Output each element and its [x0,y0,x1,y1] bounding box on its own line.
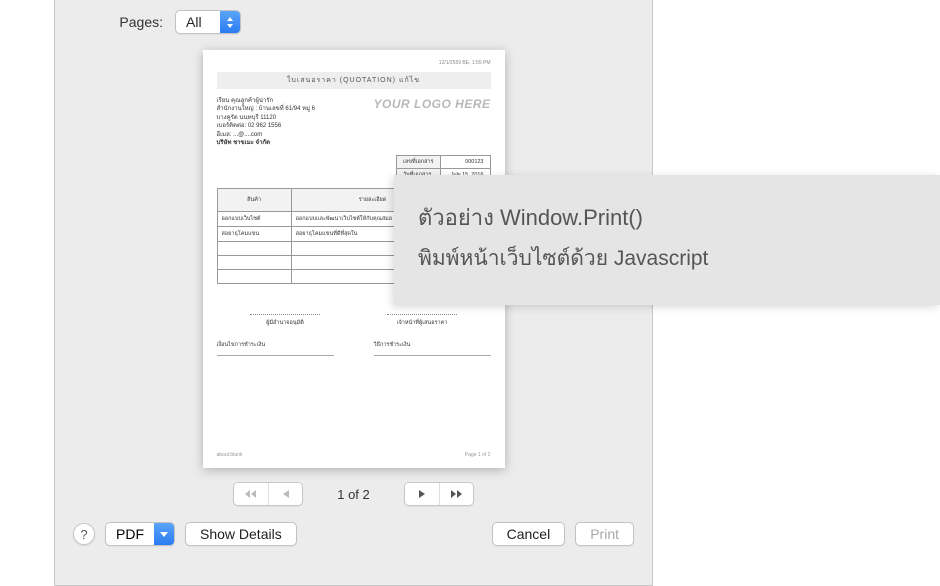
doc-header-row: เรียน คุณลูกค้าผู้น่ารัก สำนักงานใหญ่ : … [217,97,491,147]
prev-page-button[interactable] [268,483,302,505]
print-button[interactable]: Print [575,522,634,546]
pages-row: Pages: All [55,0,652,42]
logo-placeholder: YOUR LOGO HERE [373,97,490,147]
last-page-button[interactable] [439,483,473,505]
bottom-bar: ? PDF Show Details Cancel Print [55,506,652,562]
first-page-button[interactable] [234,483,268,505]
chevron-double-left-icon [245,489,257,499]
help-icon: ? [80,527,87,542]
signature-area: ผู้มีอำนาจอนุมัติ เจ้าหน้าที่ผู้เสนอราคา [217,314,491,327]
chevron-down-icon [154,523,174,545]
pager-back-group [233,482,303,506]
caption-overlay: ตัวอย่าง Window.Print() พิมพ์หน้าเว็บไซต… [394,175,940,305]
chevron-double-right-icon [450,489,462,499]
updown-icon [220,11,240,33]
pdf-button-label: PDF [106,523,154,545]
pdf-menu-button[interactable]: PDF [105,522,175,546]
help-button[interactable]: ? [73,523,95,545]
pager-forward-group [404,482,474,506]
pages-select[interactable]: All [175,10,241,34]
next-page-button[interactable] [405,483,439,505]
pager: 1 of 2 [233,482,474,506]
chevron-left-icon [282,489,290,499]
pages-label: Pages: [75,14,163,30]
doc-meta: 12/1/2559 BE, 1:55 PM [439,60,491,66]
pager-text: 1 of 2 [309,487,398,502]
chevron-right-icon [418,489,426,499]
cancel-button[interactable]: Cancel [492,522,566,546]
pages-select-value: All [176,11,220,33]
doc-footer: about:blank Page 1 of 2 [217,452,491,458]
show-details-button[interactable]: Show Details [185,522,297,546]
terms-area: เงื่อนไขการชำระเงิน วิธีการชำระเงิน [217,341,491,356]
caption-line-1: ตัวอย่าง Window.Print() [418,197,916,239]
doc-title: ใบเสนอราคา (QUOTATION) แก้ไข [217,72,491,89]
customer-block: เรียน คุณลูกค้าผู้น่ารัก สำนักงานใหญ่ : … [217,97,316,147]
caption-line-2: พิมพ์หน้าเว็บไซต์ด้วย Javascript [418,239,916,279]
